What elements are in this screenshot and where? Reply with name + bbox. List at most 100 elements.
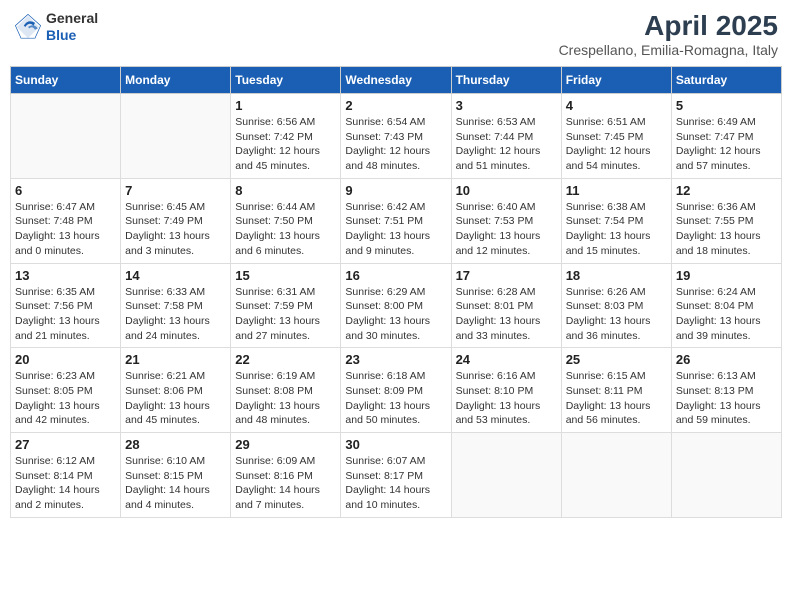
day-info: Sunrise: 6:18 AMSunset: 8:09 PMDaylight:… <box>345 369 446 428</box>
daylight: Daylight: 13 hours and 3 minutes. <box>125 230 210 257</box>
daylight: Daylight: 13 hours and 21 minutes. <box>15 315 100 342</box>
sunset: Sunset: 7:54 PM <box>566 215 644 227</box>
sunrise: Sunrise: 6:13 AM <box>676 370 756 382</box>
sunrise: Sunrise: 6:40 AM <box>456 201 536 213</box>
sunset: Sunset: 7:42 PM <box>235 131 313 143</box>
day-number: 20 <box>15 352 116 367</box>
calendar-subtitle: Crespellano, Emilia-Romagna, Italy <box>559 42 778 58</box>
calendar-week-row: 27Sunrise: 6:12 AMSunset: 8:14 PMDayligh… <box>11 433 782 518</box>
calendar-cell: 16 Sunrise: 6:29 AMSunset: 8:00 PMDayligh… <box>341 263 451 348</box>
daylight: Daylight: 13 hours and 56 minutes. <box>566 400 651 427</box>
day-info: Sunrise: 6:28 AMSunset: 8:01 PMDaylight:… <box>456 285 557 344</box>
day-info: Sunrise: 6:07 AMSunset: 8:17 PMDaylight:… <box>345 454 446 513</box>
day-number: 30 <box>345 437 446 452</box>
daylight: Daylight: 13 hours and 6 minutes. <box>235 230 320 257</box>
calendar-cell <box>451 433 561 518</box>
day-number: 6 <box>15 183 116 198</box>
daylight: Daylight: 13 hours and 12 minutes. <box>456 230 541 257</box>
daylight: Daylight: 13 hours and 30 minutes. <box>345 315 430 342</box>
day-number: 5 <box>676 98 777 113</box>
calendar-cell: 15Sunrise: 6:31 AMSunset: 7:59 PMDayligh… <box>231 263 341 348</box>
calendar-cell: 14Sunrise: 6:33 AMSunset: 7:58 PMDayligh… <box>121 263 231 348</box>
day-info: Sunrise: 6:38 AMSunset: 7:54 PMDaylight:… <box>566 200 667 259</box>
day-info: Sunrise: 6:16 AMSunset: 8:10 PMDaylight:… <box>456 369 557 428</box>
calendar-table: SundayMondayTuesdayWednesdayThursdayFrid… <box>10 66 782 518</box>
day-number: 26 <box>676 352 777 367</box>
sunrise: Sunrise: 6:35 AM <box>15 286 95 298</box>
daylight: Daylight: 13 hours and 36 minutes. <box>566 315 651 342</box>
sunrise: Sunrise: 6:42 AM <box>345 201 425 213</box>
day-number: 23 <box>345 352 446 367</box>
calendar-cell: 28Sunrise: 6:10 AMSunset: 8:15 PMDayligh… <box>121 433 231 518</box>
sunset: Sunset: 7:58 PM <box>125 300 203 312</box>
sunset: Sunset: 8:11 PM <box>566 385 643 397</box>
sunrise: Sunrise: 6:54 AM <box>345 116 425 128</box>
daylight: Daylight: 12 hours and 54 minutes. <box>566 145 651 172</box>
day-number: 15 <box>235 268 336 283</box>
sunrise: Sunrise: 6:18 AM <box>345 370 425 382</box>
weekday-header-row: SundayMondayTuesdayWednesdayThursdayFrid… <box>11 67 782 94</box>
daylight: Daylight: 14 hours and 7 minutes. <box>235 484 320 511</box>
daylight: Daylight: 12 hours and 45 minutes. <box>235 145 320 172</box>
calendar-cell: 12Sunrise: 6:36 AMSunset: 7:55 PMDayligh… <box>671 178 781 263</box>
sunset: Sunset: 8:03 PM <box>566 300 644 312</box>
calendar-cell <box>121 94 231 179</box>
sunset: Sunset: 7:45 PM <box>566 131 644 143</box>
sunrise: Sunrise: 6:51 AM <box>566 116 646 128</box>
day-info: Sunrise: 6:24 AMSunset: 8:04 PMDaylight:… <box>676 285 777 344</box>
calendar-header: SundayMondayTuesdayWednesdayThursdayFrid… <box>11 67 782 94</box>
day-number: 9 <box>345 183 446 198</box>
day-number: 16 <box>345 268 446 283</box>
calendar-cell: 25Sunrise: 6:15 AMSunset: 8:11 PMDayligh… <box>561 348 671 433</box>
daylight: Daylight: 13 hours and 27 minutes. <box>235 315 320 342</box>
sunrise: Sunrise: 6:26 AM <box>566 286 646 298</box>
daylight: Daylight: 13 hours and 48 minutes. <box>235 400 320 427</box>
day-info: Sunrise: 6:54 AM Sunset: 7:43 PM Daylight:… <box>345 115 446 174</box>
sunrise: Sunrise: 6:19 AM <box>235 370 315 382</box>
calendar-cell: 2Sunrise: 6:54 AMSunset: 7:43 PMDaylight… <box>341 94 451 179</box>
sunset: Sunset: 7:44 PM <box>456 131 534 143</box>
calendar-cell: 21Sunrise: 6:21 AMSunset: 8:06 PMDayligh… <box>121 348 231 433</box>
day-number: 7 <box>125 183 226 198</box>
day-number: 19 <box>676 268 777 283</box>
day-info: Sunrise: 6:29 AMSunset: 8:00 PMDaylight:… <box>345 285 446 344</box>
weekday-header-saturday: Saturday <box>671 67 781 94</box>
daylight: Daylight: 14 hours and 2 minutes. <box>15 484 100 511</box>
day-number: 10 <box>456 183 557 198</box>
calendar-cell <box>671 433 781 518</box>
sunrise: Sunrise: 6:38 AM <box>566 201 646 213</box>
calendar-cell: 6Sunrise: 6:47 AMSunset: 7:48 PMDaylight… <box>11 178 121 263</box>
daylight: Daylight: 12 hours and 48 minutes. <box>345 145 430 172</box>
sunset: Sunset: 8:13 PM <box>676 385 754 397</box>
sunrise: Sunrise: 6:07 AM <box>345 455 425 467</box>
day-number: 11 <box>566 183 667 198</box>
calendar-week-row: 13Sunrise: 6:35 AMSunset: 7:56 PMDayligh… <box>11 263 782 348</box>
page-header: General Blue April 2025 Crespellano, Emi… <box>10 10 782 58</box>
day-info: Sunrise: 6:44 AMSunset: 7:50 PMDaylight:… <box>235 200 336 259</box>
sunset: Sunset: 8:06 PM <box>125 385 203 397</box>
day-info: Sunrise: 6:40 AMSunset: 7:53 PMDaylight:… <box>456 200 557 259</box>
sunset: Sunset: 8:10 PM <box>456 385 534 397</box>
sunset: Sunset: 7:51 PM <box>345 215 423 227</box>
sunset: Sunset: 8:14 PM <box>15 470 93 482</box>
daylight: Daylight: 13 hours and 42 minutes. <box>15 400 100 427</box>
calendar-cell <box>11 94 121 179</box>
day-info: Sunrise: 6:35 AMSunset: 7:56 PMDaylight:… <box>15 285 116 344</box>
daylight: Daylight: 13 hours and 9 minutes. <box>345 230 430 257</box>
sunset: Sunset: 8:01 PM <box>456 300 534 312</box>
sunrise: Sunrise: 6:33 AM <box>125 286 205 298</box>
calendar-cell: 9 Sunrise: 6:42 AM Sunset: 7:51 PM Daylight… <box>341 178 451 263</box>
calendar-cell: 4 Sunrise: 6:51 AM Sunset: 7:45 PM Daylight… <box>561 94 671 179</box>
day-number: 4 <box>566 98 667 113</box>
calendar-cell: 20Sunrise: 6:23 AMSunset: 8:05 PMDayligh… <box>11 348 121 433</box>
sunrise: Sunrise: 6:24 AM <box>676 286 756 298</box>
sunset: Sunset: 7:43 PM <box>345 131 423 143</box>
day-number: 3 <box>456 98 557 113</box>
calendar-title: April 2025 <box>559 10 778 42</box>
day-info: Sunrise: 6:13 AMSunset: 8:13 PMDaylight:… <box>676 369 777 428</box>
calendar-cell: 30 Sunrise: 6:07 AMSunset: 8:17 PMDayligh… <box>341 433 451 518</box>
day-number: 25 <box>566 352 667 367</box>
day-number: 28 <box>125 437 226 452</box>
sunrise: Sunrise: 6:23 AM <box>15 370 95 382</box>
day-info: Sunrise: 6:12 AMSunset: 8:14 PMDaylight:… <box>15 454 116 513</box>
